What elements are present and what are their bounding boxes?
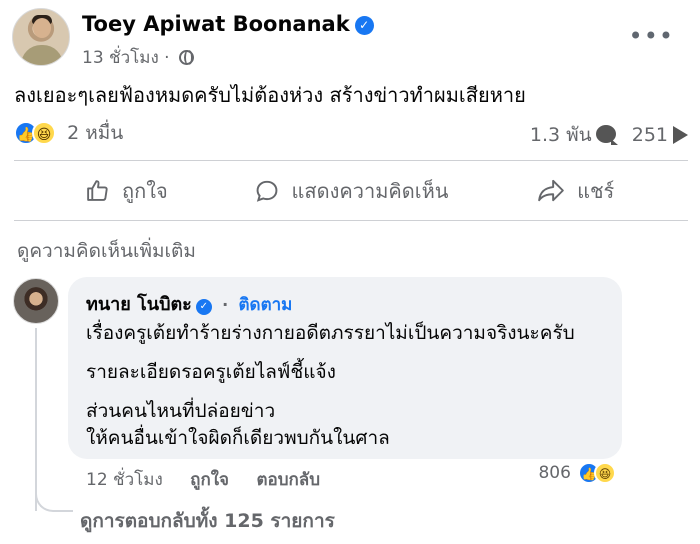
commenter-name[interactable]: ทนาย โนบิตะ [86, 294, 192, 315]
verified-badge-icon: ✓ [195, 299, 212, 315]
author-name[interactable]: Toey Apiwat Boonanak ✓ [82, 12, 374, 36]
post-stats: 1.3 พัน 251 [530, 120, 688, 150]
separator-dot: · [222, 295, 229, 314]
comment-reaction-count[interactable]: 806 [538, 463, 570, 483]
comment-header: ทนาย โนบิตะ ✓ · ติดตาม [86, 289, 604, 318]
reaction-count[interactable]: 2 หมื่น [67, 122, 123, 144]
view-more-comments-link[interactable]: ดูความคิดเห็นเพิ่มเติม [17, 236, 196, 266]
comment-like-button[interactable]: ถูกใจ [190, 470, 229, 490]
share-button[interactable]: แชร์ [463, 161, 688, 220]
post-meta: 13 ชั่วโมง · [82, 44, 194, 71]
thread-curve [35, 490, 73, 512]
post-text: ลงเยอะๆเลยฟ้องหมดครับไม่ต้องห่วง สร้างข่… [14, 83, 526, 107]
commenter-avatar[interactable] [13, 278, 59, 324]
share-arrow-icon [673, 126, 688, 144]
view-replies-link[interactable]: ดูการตอบกลับทั้ง 125 รายการ [80, 506, 335, 536]
comment-time[interactable]: 12 ชั่วโมง [86, 470, 163, 490]
public-globe-icon [178, 50, 194, 65]
haha-reaction-icon[interactable]: 😆 [32, 121, 56, 145]
like-button[interactable]: ถูกใจ [14, 161, 239, 220]
post-header: Toey Apiwat Boonanak ✓ 13 ชั่วโมง · ••• [12, 8, 688, 72]
verified-badge-icon: ✓ [354, 16, 374, 35]
comment-button[interactable]: แสดงความคิดเห็น [239, 161, 464, 220]
more-options-icon[interactable]: ••• [629, 22, 674, 50]
like-button-label: ถูกใจ [121, 178, 168, 203]
comment-reply-button[interactable]: ตอบกลับ [256, 470, 320, 490]
comment-reactions[interactable]: 806 👍 😆 [538, 462, 616, 484]
reaction-bar: 👍 😆 2 หมื่น 1.3 พัน 251 [14, 118, 688, 148]
comment-icon [256, 180, 277, 202]
comment-bubble-icon [595, 125, 618, 145]
post-action-bar: ถูกใจ แสดงความคิดเห็น แชร์ [14, 161, 688, 220]
thread-line [35, 328, 37, 511]
comment-count[interactable]: 1.3 พัน [530, 124, 592, 146]
meta-separator: · [164, 48, 170, 68]
thumbs-up-icon [87, 180, 108, 201]
haha-reaction-icon: 😆 [594, 462, 616, 484]
share-button-label: แชร์ [577, 178, 615, 203]
comment-bubble: ทนาย โนบิตะ ✓ · ติดตาม เรื่องครูเต้ยทำร้า… [68, 277, 622, 459]
comment-actions: 12 ชั่วโมง ถูกใจ ตอบกลับ [86, 466, 342, 493]
post-time[interactable]: 13 ชั่วโมง [82, 48, 159, 68]
share-count[interactable]: 251 [632, 124, 668, 146]
comment-button-label: แสดงความคิดเห็น [291, 178, 449, 203]
author-avatar[interactable] [12, 8, 70, 66]
author-name-text[interactable]: Toey Apiwat Boonanak [82, 12, 350, 36]
comment-line: รายละเอียดรอครูเต้ยไลฟ์ชี้แจ้ง [86, 361, 336, 383]
comment-line: ส่วนคนไหนที่ปล่อยข่าว [86, 400, 276, 422]
divider-bottom [14, 220, 688, 221]
comment-line: ให้คนอื่นเข้าใจผิดก็เดียวพบกันในศาล [86, 427, 390, 449]
comment-line: เรื่องครูเต้ยทำร้ายร่างกายอดีตภรรยาไม่เป… [86, 322, 575, 344]
follow-button[interactable]: ติดตาม [239, 295, 293, 315]
share-icon [538, 179, 564, 202]
